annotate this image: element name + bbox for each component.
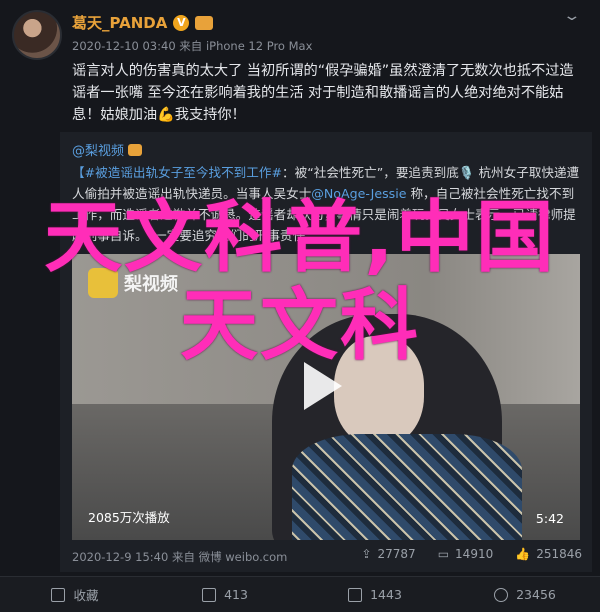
post-content: 谣言对人的伤害真的太大了 当初所谓的“假孕骗婚”虽然澄清了无数次也抵不过造谣者一… [72, 63, 574, 123]
retweet-meta: 2020-12-9 15:40 来自 微博 weibo.com [72, 549, 287, 565]
retweet-stats: ⇪ 27787 ▭ 14910 👍 251846 [361, 547, 582, 561]
retweet-like-stat[interactable]: 👍 251846 [515, 547, 582, 561]
favorite-button[interactable]: 收藏 [0, 577, 150, 612]
like-button[interactable]: 23456 [450, 577, 600, 612]
hashtag-link[interactable]: 【#被造谣出轨女子至今找不到工作# [72, 165, 282, 180]
pear-video-logo-icon [88, 268, 118, 298]
retweet-like-count: 251846 [536, 547, 582, 561]
comment-count: 1443 [370, 587, 402, 602]
avatar[interactable] [12, 10, 62, 60]
share-button[interactable]: 413 [150, 577, 300, 612]
member-level-icon [128, 143, 143, 156]
share-icon [202, 587, 217, 602]
video-views: 2085万次播放 [88, 510, 170, 525]
video-face [334, 336, 424, 446]
mention-link[interactable]: @NoAge-Jessie [311, 186, 406, 201]
retweet-username[interactable]: @梨视频 [72, 140, 124, 159]
favorite-label: 收藏 [73, 588, 99, 603]
member-level-icon [195, 15, 214, 30]
weibo-post: 葛天_PANDA V ⌄ 2020-12-10 03:40 来自 iPhone … [0, 0, 600, 612]
play-icon[interactable] [304, 362, 342, 410]
retweet-card[interactable]: @梨视频 【#被造谣出轨女子至今找不到工作#：被“社会性死亡”，要追责到底🎙️ … [60, 132, 592, 572]
author-name[interactable]: 葛天_PANDA [72, 12, 167, 33]
share-count: 413 [224, 587, 248, 602]
retweet-text: 【#被造谣出轨女子至今找不到工作#：被“社会性死亡”，要追责到底🎙️ 杭州女子取… [72, 162, 584, 246]
post-source: 来自 iPhone 12 Pro Max [179, 39, 313, 53]
video-logo-text: 梨视频 [124, 274, 178, 295]
video-player[interactable]: 梨视频 2085万次播放 5:42 [72, 254, 580, 540]
like-count: 23456 [516, 587, 556, 602]
like-icon [494, 587, 509, 602]
author-row: 葛天_PANDA V [72, 12, 214, 33]
post-time: 2020-12-10 03:40 [72, 39, 176, 53]
verified-icon: V [173, 14, 190, 31]
comment-icon [348, 587, 363, 602]
video-duration: 5:42 [535, 511, 564, 526]
video-shirt [292, 434, 522, 540]
like-icon: 👍 [515, 547, 531, 561]
retweet-time: 2020-12-9 15:40 [72, 550, 169, 564]
retweet-share-stat[interactable]: ⇪ 27787 [361, 547, 415, 561]
retweet-user[interactable]: @梨视频 [72, 140, 143, 159]
post-meta: 2020-12-10 03:40 来自 iPhone 12 Pro Max [72, 38, 312, 54]
retweet-comment-stat[interactable]: ▭ 14910 [438, 547, 494, 561]
share-icon: ⇪ [361, 547, 372, 561]
action-bar: 收藏 413 1443 23456 [0, 576, 600, 612]
retweet-share-count: 27787 [377, 547, 416, 561]
comment-button[interactable]: 1443 [300, 577, 450, 612]
retweet-comment-count: 14910 [455, 547, 494, 561]
chevron-down-icon[interactable]: ⌄ [563, 8, 582, 24]
comment-icon: ▭ [437, 547, 450, 561]
star-icon [51, 587, 66, 602]
retweet-source: 来自 微博 weibo.com [171, 550, 288, 564]
